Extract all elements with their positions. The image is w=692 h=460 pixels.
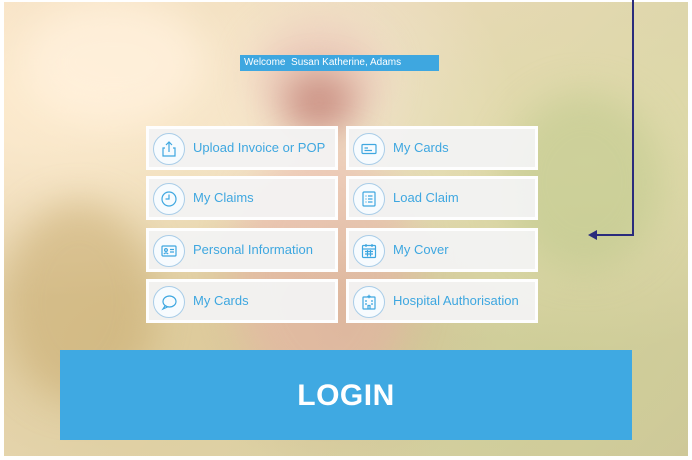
my-cards-chat-button[interactable]: My Cards (146, 279, 338, 323)
my-cover-button[interactable]: My Cover (346, 228, 538, 272)
upload-icon (153, 133, 185, 165)
list-icon (353, 183, 385, 215)
tile-label: My Cards (193, 293, 249, 308)
clock-icon (153, 183, 185, 215)
load-claim-button[interactable]: Load Claim (346, 176, 538, 220)
welcome-banner: Welcome Susan Katherine, Adams (240, 55, 439, 71)
tile-label: Upload Invoice or POP (193, 140, 326, 155)
chat-icon (153, 286, 185, 318)
hospital-authorisation-button[interactable]: Hospital Authorisation (346, 279, 538, 323)
tile-label: Hospital Authorisation (393, 293, 519, 308)
tile-label: Personal Information (193, 242, 313, 257)
login-button[interactable]: LOGIN (60, 350, 632, 440)
my-cards-button[interactable]: My Cards (346, 126, 538, 170)
personal-information-button[interactable]: Personal Information (146, 228, 338, 272)
upload-invoice-button[interactable]: Upload Invoice or POP (146, 126, 338, 170)
my-claims-button[interactable]: My Claims (146, 176, 338, 220)
background-blur (284, 72, 354, 132)
hospital-icon (353, 286, 385, 318)
tile-label: My Cover (393, 242, 449, 257)
card-icon (353, 133, 385, 165)
tile-label: My Claims (193, 190, 254, 205)
calendar-icon (353, 235, 385, 267)
background-blur (24, 2, 204, 122)
id-card-icon (153, 235, 185, 267)
tile-label: Load Claim (393, 190, 459, 205)
tile-label: My Cards (393, 140, 449, 155)
